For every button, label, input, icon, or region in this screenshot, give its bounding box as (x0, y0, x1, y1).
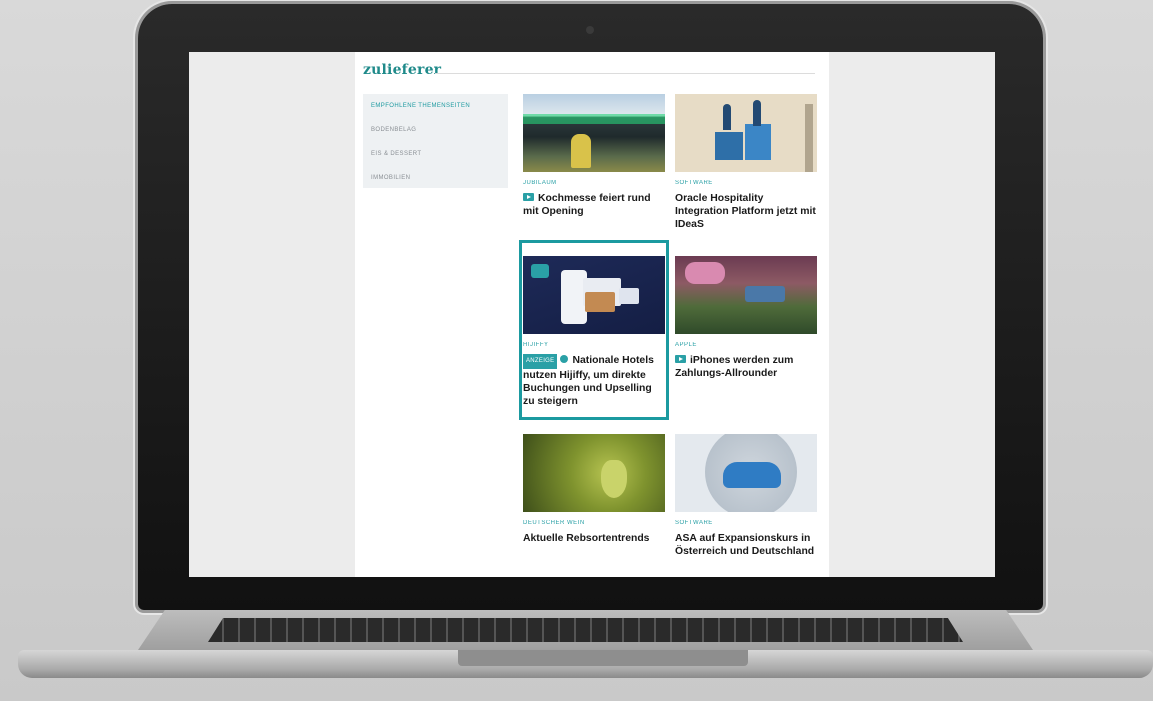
article-title[interactable]: Aktuelle Rebsortentrends (523, 532, 665, 545)
puzzle-piece-right (745, 124, 771, 160)
laptop-base (18, 610, 1153, 678)
laptop-lid: zulieferer EMPFOHLENE THEMENSEITEN BODEN… (138, 4, 1043, 610)
article-category[interactable]: SOFTWARE (675, 180, 817, 186)
trackpad-notch (458, 650, 748, 666)
article-category[interactable]: JUBILÄUM (523, 180, 665, 186)
article-category[interactable]: DEUTSCHER WEIN (523, 520, 665, 526)
article-image[interactable] (675, 94, 817, 172)
article-image[interactable] (675, 256, 817, 334)
grape-cluster (601, 460, 627, 498)
keyboard (208, 618, 963, 642)
article-card[interactable]: DEUTSCHER WEIN Aktuelle Rebsortentrends (523, 434, 665, 545)
laptop-screen: zulieferer EMPFOHLENE THEMENSEITEN BODEN… (189, 52, 995, 577)
article-image[interactable] (523, 94, 665, 172)
topic-sidebar: EMPFOHLENE THEMENSEITEN BODENBELAG EIS &… (363, 94, 508, 188)
webcam (586, 26, 594, 34)
sidebar-item-featured[interactable]: EMPFOHLENE THEMENSEITEN (363, 94, 508, 118)
article-card[interactable]: SOFTWARE Oracle Hospitality Integration … (675, 94, 817, 231)
puzzle-piece-left (715, 132, 743, 160)
sidebar-item-real-estate[interactable]: IMMOBILIEN (363, 166, 508, 190)
sidebar-item-ice-dessert[interactable]: EIS & DESSERT (363, 142, 508, 166)
article-title[interactable]: iPhones werden zum Zahlungs-Allrounder (675, 354, 817, 380)
article-card[interactable]: JUBILÄUM Kochmesse feiert rund mit Openi… (523, 94, 665, 218)
article-image[interactable] (523, 434, 665, 512)
flowers-shape (685, 262, 725, 284)
article-card[interactable]: APPLE iPhones werden zum Zahlungs-Allrou… (675, 256, 817, 380)
building-sign-shape (523, 114, 665, 124)
highlight-frame (519, 240, 669, 420)
web-page: zulieferer EMPFOHLENE THEMENSEITEN BODEN… (355, 52, 829, 577)
hand-with-phone (745, 286, 785, 302)
article-category[interactable]: APPLE (675, 342, 817, 348)
figure-right (753, 100, 761, 126)
person-shape (571, 134, 591, 168)
article-title[interactable]: Oracle Hospitality Integration Platform … (675, 192, 817, 231)
header-divider (435, 73, 815, 74)
article-title[interactable]: Kochmesse feiert rund mit Opening (523, 192, 665, 218)
handshake-icon (723, 462, 781, 488)
sidebar-item-flooring[interactable]: BODENBELAG (363, 118, 508, 142)
site-logo[interactable]: zulieferer (363, 62, 441, 78)
video-icon (523, 193, 534, 201)
column-shape (805, 104, 813, 172)
article-image[interactable] (675, 434, 817, 512)
article-title[interactable]: ASA auf Expansionskurs in Österreich und… (675, 532, 817, 558)
figure-left (723, 104, 731, 130)
video-icon (675, 355, 686, 363)
article-category[interactable]: SOFTWARE (675, 520, 817, 526)
article-card[interactable]: SOFTWARE ASA auf Expansionskurs in Öster… (675, 434, 817, 558)
